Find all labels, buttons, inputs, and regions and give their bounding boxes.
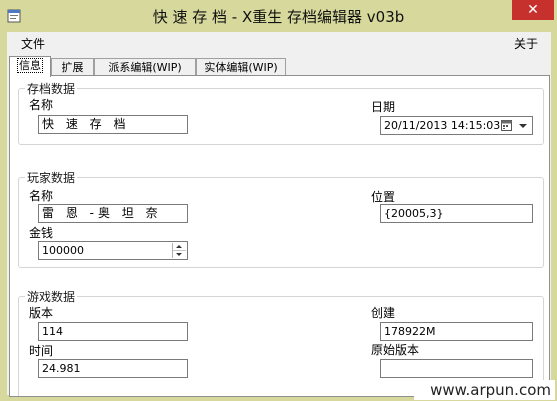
tab-entity-edit[interactable]: 实体编辑(WIP) (196, 58, 286, 76)
location-label: 位置 (371, 190, 396, 204)
menu-about[interactable]: 关于 (514, 35, 538, 52)
tab-entity-edit-label: 实体编辑(WIP) (204, 61, 278, 74)
version-input[interactable]: 114 (38, 322, 188, 341)
player-name-input[interactable]: 雷 恩 -奥 坦 奈 (38, 204, 188, 223)
chevron-down-icon[interactable] (519, 124, 527, 128)
tab-faction-edit[interactable]: 派系编辑(WIP) (94, 58, 196, 76)
original-version-label: 原始版本 (371, 343, 420, 357)
spin-down-icon[interactable] (176, 253, 182, 256)
close-button[interactable]: ✕ (512, 0, 554, 20)
calendar-icon (501, 120, 512, 131)
save-date-value: 20/11/2013 14:15:03 (384, 119, 501, 132)
time-label: 时间 (29, 344, 54, 358)
player-data-title: 玩家数据 (25, 169, 78, 186)
save-name-label: 名称 (29, 98, 54, 112)
original-version-input[interactable] (380, 359, 533, 378)
save-date-picker[interactable]: 20/11/2013 14:15:03 (380, 116, 533, 135)
save-data-group: 存档数据 名称 快 速 存 档 日期 20/11/2013 14:15:03 (18, 80, 544, 145)
tab-strip: 信息 扩展 派系编辑(WIP) 实体编辑(WIP) (7, 56, 551, 77)
tab-info[interactable]: 信息 (9, 56, 51, 77)
save-date-label: 日期 (371, 100, 396, 114)
title-bar[interactable]: 快 速 存 档 - X重生 存档编辑器 v03b ✕ (0, 0, 557, 32)
info-panel: 存档数据 名称 快 速 存 档 日期 20/11/2013 14:15:03 玩… (9, 75, 550, 397)
player-data-group: 玩家数据 名称 雷 恩 -奥 坦 奈 金钱 100000 位置 {20005,3… (18, 169, 544, 268)
menu-bar: 文件 关于 (7, 32, 551, 54)
save-name-input[interactable]: 快 速 存 档 (38, 115, 188, 134)
money-value: 100000 (42, 244, 84, 257)
menu-file[interactable]: 文件 (21, 35, 45, 52)
tab-faction-edit-label: 派系编辑(WIP) (108, 61, 182, 74)
spin-divider (173, 250, 186, 251)
tab-extend[interactable]: 扩展 (51, 58, 94, 76)
version-label: 版本 (29, 306, 54, 320)
location-input[interactable]: {20005,3} (380, 204, 533, 223)
created-label: 创建 (371, 306, 396, 320)
money-stepper[interactable]: 100000 (38, 241, 188, 260)
tab-info-label: 信息 (17, 58, 43, 73)
tab-extend-label: 扩展 (61, 61, 84, 74)
money-label: 金钱 (29, 226, 54, 240)
time-input[interactable]: 24.981 (38, 359, 188, 378)
window-client: 文件 关于 信息 扩展 派系编辑(WIP) 实体编辑(WIP) 存档数据 名称 … (7, 32, 551, 397)
window-frame: 快 速 存 档 - X重生 存档编辑器 v03b ✕ 文件 关于 信息 扩展 派… (0, 0, 557, 401)
save-data-title: 存档数据 (25, 80, 78, 97)
spin-up-icon[interactable] (176, 245, 182, 248)
watermark-text: www.arpun.com (414, 380, 555, 400)
created-input[interactable]: 178922M (380, 322, 533, 341)
player-name-label: 名称 (29, 189, 54, 203)
spin-buttons[interactable] (172, 243, 186, 258)
game-data-title: 游戏数据 (25, 288, 78, 305)
window-title: 快 速 存 档 - X重生 存档编辑器 v03b (152, 8, 405, 26)
